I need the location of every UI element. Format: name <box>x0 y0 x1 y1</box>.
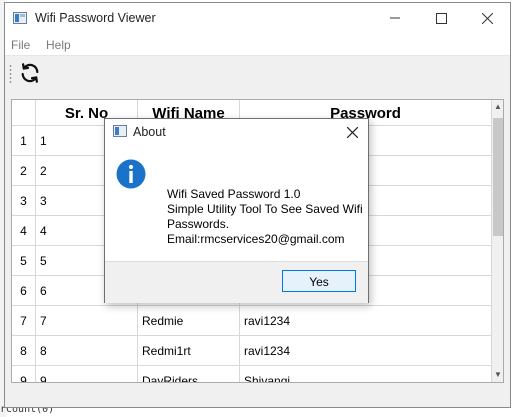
dialog-message: Wifi Saved Password 1.0 Simple Utility T… <box>167 187 367 247</box>
dialog-line-version: Wifi Saved Password 1.0 <box>167 187 301 201</box>
dialog-body: Wifi Saved Password 1.0 Simple Utility T… <box>105 145 368 261</box>
information-icon <box>116 159 146 189</box>
minimize-button[interactable] <box>372 3 418 33</box>
vertical-scrollbar[interactable]: ▲ ▼ <box>492 100 503 382</box>
refresh-icon <box>21 63 39 83</box>
row-header[interactable]: 4 <box>12 216 36 246</box>
close-icon <box>346 126 358 138</box>
row-header[interactable]: 5 <box>12 246 36 276</box>
table-row[interactable]: 9 9 DayRiders Shivangi <box>12 366 492 382</box>
row-header[interactable]: 7 <box>12 306 36 336</box>
table-corner[interactable] <box>12 100 36 126</box>
row-header[interactable]: 8 <box>12 336 36 366</box>
row-header[interactable]: 1 <box>12 126 36 156</box>
cell-wifi-name[interactable]: DayRiders <box>138 366 240 382</box>
row-header[interactable]: 3 <box>12 186 36 216</box>
cell-wifi-name[interactable]: Redmi1rt <box>138 336 240 366</box>
window-app-icon <box>13 12 27 24</box>
menu-bar: File Help <box>5 33 510 56</box>
cell-sr-no[interactable]: 9 <box>36 366 138 382</box>
dialog-footer: Yes <box>105 261 368 303</box>
dialog-line-description-cont: Passwords. <box>167 217 230 231</box>
about-dialog: About Wifi Saved Password 1.0 Simple Uti… <box>104 118 369 303</box>
close-icon <box>481 12 493 24</box>
dialog-title-bar: About <box>105 119 368 145</box>
scroll-up-arrow-icon[interactable]: ▲ <box>492 100 503 114</box>
refresh-button[interactable] <box>17 60 43 86</box>
table-row[interactable]: 7 7 Redmie ravi1234 <box>12 306 492 336</box>
toolbar <box>5 56 510 92</box>
title-bar: Wifi Password Viewer <box>5 3 510 33</box>
toolbar-grip[interactable] <box>9 64 12 84</box>
dialog-title: About <box>133 125 166 139</box>
dialog-line-description: Simple Utility Tool To See Saved Wifi <box>167 202 363 216</box>
dialog-close-button[interactable] <box>341 121 363 143</box>
scroll-down-arrow-icon[interactable]: ▼ <box>492 368 503 382</box>
window-title: Wifi Password Viewer <box>35 11 156 25</box>
cell-password[interactable]: ravi1234 <box>240 306 492 336</box>
dialog-line-email: Email:rmcservices20@gmail.com <box>167 232 345 246</box>
close-button[interactable] <box>464 3 510 33</box>
row-header[interactable]: 6 <box>12 276 36 306</box>
maximize-button[interactable] <box>418 3 464 33</box>
maximize-icon <box>435 12 447 24</box>
cell-password[interactable]: ravi1234 <box>240 336 492 366</box>
menu-help[interactable]: Help <box>46 38 71 52</box>
menu-file[interactable]: File <box>11 38 30 52</box>
yes-button[interactable]: Yes <box>282 270 356 292</box>
cell-password[interactable]: Shivangi <box>240 366 492 382</box>
scrollbar-thumb[interactable] <box>493 118 503 236</box>
cell-wifi-name[interactable]: Redmie <box>138 306 240 336</box>
dialog-app-icon <box>113 125 127 137</box>
minimize-icon <box>390 17 400 19</box>
row-header[interactable]: 2 <box>12 156 36 186</box>
cell-sr-no[interactable]: 7 <box>36 306 138 336</box>
row-header[interactable]: 9 <box>12 366 36 382</box>
table-row[interactable]: 8 8 Redmi1rt ravi1234 <box>12 336 492 366</box>
cell-sr-no[interactable]: 8 <box>36 336 138 366</box>
